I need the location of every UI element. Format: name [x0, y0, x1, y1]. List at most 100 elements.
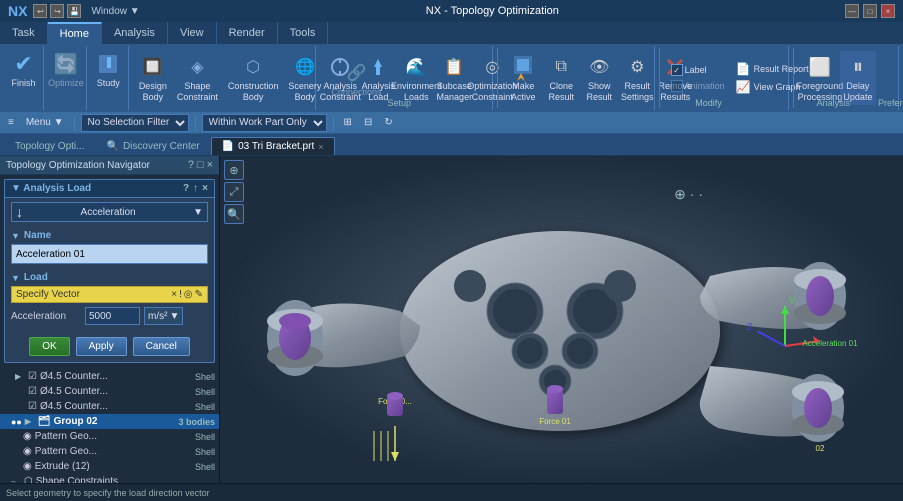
vec-info-icon[interactable]: ! — [179, 289, 182, 300]
viewport[interactable]: Y Z Force 01 Acceleration 01 Force 0... … — [220, 156, 903, 483]
animation-check-btn[interactable]: Animation — [668, 79, 728, 93]
vp-zoom-btn[interactable]: 🔍 — [224, 204, 244, 224]
make-active-btn[interactable]: MakeActive — [505, 51, 541, 105]
cancel-button[interactable]: Cancel — [133, 337, 190, 356]
connections-label: Connections — [331, 87, 381, 98]
delay-update-btn[interactable]: ⏸ DelayUpdate — [840, 51, 876, 105]
environment-loads-btn[interactable]: 🌊 EnvironmentLoads — [398, 51, 434, 105]
connections-btn[interactable]: 🔗 Connections — [327, 57, 385, 100]
ribbon-group-modify: MakeActive ⧉ CloneResult 👁 ShowResult ⚙ … — [501, 46, 655, 110]
tab-analysis[interactable]: Analysis — [102, 22, 168, 44]
apply-button[interactable]: Apply — [76, 337, 127, 356]
tree-item-pattern2[interactable]: ◉ Pattern Geo... Shell — [0, 444, 219, 459]
tab-tools[interactable]: Tools — [278, 22, 329, 44]
label-checkbox: ✓ — [671, 64, 683, 76]
finish-btn[interactable]: ✔ Finish — [6, 48, 42, 91]
save-btn[interactable]: 💾 — [67, 4, 81, 18]
tree-text: Pattern Geo... — [35, 446, 188, 457]
tree-item-counter1[interactable]: ▶ ☑ Ø4.5 Counter... Shell — [0, 369, 219, 384]
tab-discovery-center[interactable]: 🔍 Discovery Center — [95, 137, 210, 155]
tab-task[interactable]: Task — [0, 22, 48, 44]
design-body-btn[interactable]: 🔲 DesignBody — [135, 51, 171, 105]
dialog-close-icon[interactable]: × — [202, 183, 208, 194]
foreground-btn[interactable]: ⬜ ForegroundProcessing — [802, 51, 838, 105]
tree-icon: ☑ — [28, 371, 37, 382]
tree-icon: ◉ — [23, 431, 32, 442]
tab-close-icon[interactable]: × — [318, 142, 323, 152]
tab-topology-label: Topology Opti... — [15, 141, 84, 152]
ribbon-group-bodies: 🔲 DesignBody ◈ ShapeConstraint ⬡ Constru… — [131, 46, 317, 110]
ribbon-group-optimize: 🔄 Optimize — [46, 46, 87, 110]
vp-view-btn[interactable]: ⊕ — [224, 160, 244, 180]
title-bar: NX ↩ ↪ 💾 Window ▼ NX - Topology Optimiza… — [0, 0, 903, 22]
window-menu[interactable]: Window ▼ — [91, 6, 139, 17]
vec-clear-icon[interactable]: × — [171, 289, 177, 300]
tree-item-extrude[interactable]: ◉ Extrude (12) Shell — [0, 459, 219, 474]
tree-badge: Shell — [195, 372, 215, 382]
vector-icons: × ! ◎ ✎ — [171, 289, 203, 300]
tab-topology-opti[interactable]: Topology Opti... — [4, 137, 95, 155]
tree-item-pattern1[interactable]: ◉ Pattern Geo... Shell — [0, 429, 219, 444]
nav-expand-icon[interactable]: □ — [197, 159, 204, 171]
study-btn[interactable]: Study — [90, 48, 126, 91]
dialog-title-text: ▼ Analysis Load — [11, 183, 91, 194]
nav-close-icon[interactable]: × — [207, 159, 213, 171]
tab-render[interactable]: Render — [217, 22, 278, 44]
menu-btn[interactable]: ≡ — [4, 116, 18, 129]
maximize-btn[interactable]: □ — [863, 4, 877, 18]
dialog-up-icon[interactable]: ↑ — [193, 183, 198, 194]
scenery-label: SceneryBody — [288, 81, 321, 103]
tree-item-counter2[interactable]: ☑ Ø4.5 Counter... Shell — [0, 384, 219, 399]
shape-constraint-btn[interactable]: ◈ ShapeConstraint — [173, 51, 222, 105]
design-body-label: DesignBody — [139, 81, 167, 103]
type-dropdown[interactable]: ↓ Acceleration ▼ — [11, 202, 208, 222]
ribbon-sep-2 — [659, 48, 660, 108]
nav-help-icon[interactable]: ? — [188, 159, 194, 171]
show-result-btn[interactable]: 👁 ShowResult — [581, 51, 617, 105]
tree-item-shape-constraints[interactable]: – ⬡ Shape Constraints — [0, 474, 219, 483]
shape-label: ShapeConstraint — [177, 81, 218, 103]
tab-tri-bracket[interactable]: 📄 03 Tri Bracket.prt × — [211, 137, 335, 155]
layer-btn[interactable]: ⊟ — [360, 116, 376, 129]
animation-checkbox — [671, 80, 683, 92]
accel-unit-selector[interactable]: m/s² ▼ — [144, 307, 183, 325]
selection-filter[interactable]: No Selection Filter — [81, 114, 189, 132]
ribbon-sep-3 — [793, 48, 794, 108]
specify-vector-row[interactable]: Specify Vector × ! ◎ ✎ — [11, 286, 208, 303]
vec-edit-icon[interactable]: ✎ — [195, 289, 203, 300]
minimize-btn[interactable]: — — [845, 4, 859, 18]
vp-fit-btn[interactable]: ⤢ — [224, 182, 244, 202]
show-result-icon: 👁 — [585, 53, 613, 81]
close-btn[interactable]: × — [881, 4, 895, 18]
status-message: Select geometry to specify the load dire… — [6, 488, 210, 498]
tree-item-group02[interactable]: ●● ▶ 🗂 Group 02 3 bodies — [0, 414, 219, 429]
work-part-filter[interactable]: Within Work Part Only — [202, 114, 327, 132]
acceleration01-label: Acceleration 01 — [802, 339, 858, 348]
accel-value-input[interactable] — [85, 307, 140, 325]
ok-button[interactable]: OK — [29, 337, 69, 356]
clone-icon: ⧉ — [547, 53, 575, 81]
dialog-type-section: ↓ Acceleration ▼ — [5, 198, 214, 226]
tree-badge: Shell — [195, 462, 215, 472]
name-input[interactable] — [11, 244, 208, 264]
refresh-btn[interactable]: ↻ — [380, 116, 396, 129]
tree-item-counter3[interactable]: ☑ Ø4.5 Counter... Shell — [0, 399, 219, 414]
vec-target-icon[interactable]: ◎ — [184, 289, 193, 300]
redo-btn[interactable]: ↪ — [50, 4, 64, 18]
label-check-btn[interactable]: ✓ Label — [668, 63, 728, 77]
ribbon-sep-1 — [497, 48, 498, 108]
dialog-help-icon[interactable]: ? — [183, 183, 189, 194]
construction-body-btn[interactable]: ⬡ ConstructionBody — [224, 51, 283, 105]
tab-view[interactable]: View — [168, 22, 217, 44]
undo-btn[interactable]: ↩ — [33, 4, 47, 18]
menu-label[interactable]: Menu ▼ — [22, 116, 68, 129]
dialog-title-icons: ? ↑ × — [183, 183, 208, 194]
snap-grid-btn[interactable]: ⊞ — [340, 116, 356, 129]
analysis-dialog: ▼ Analysis Load ? ↑ × ↓ Acceleration ▼ ▼ — [4, 179, 215, 363]
result-settings-btn[interactable]: ⚙ ResultSettings — [619, 51, 655, 105]
left-panel: Topology Optimization Navigator ? □ × ▼ … — [0, 156, 220, 483]
clone-result-btn[interactable]: ⧉ CloneResult — [543, 51, 579, 105]
tab-home[interactable]: Home — [48, 22, 102, 44]
optimize-btn[interactable]: 🔄 Optimize — [44, 48, 88, 91]
connections-icon: 🔗 — [342, 59, 370, 87]
